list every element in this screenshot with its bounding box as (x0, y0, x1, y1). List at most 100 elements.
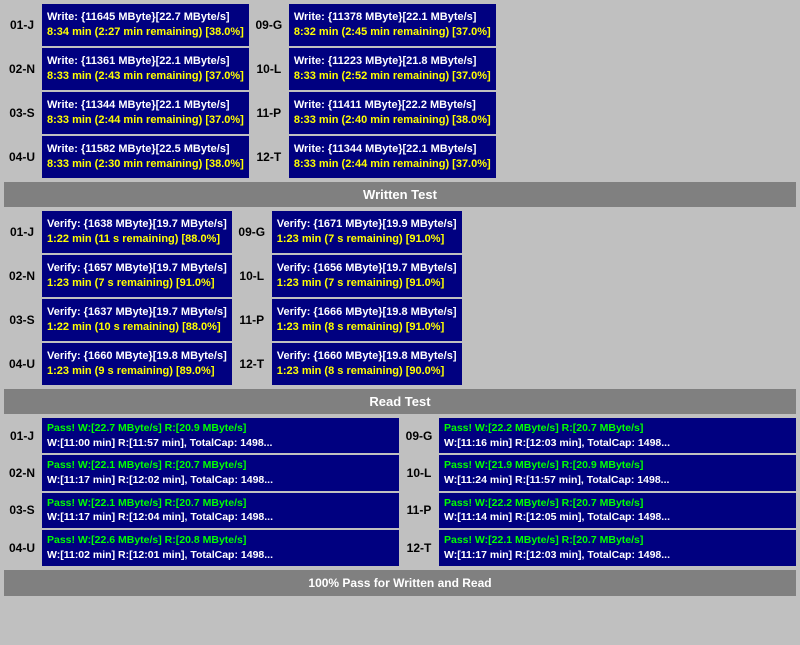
verify-line1-11p: Verify: {1666 MByte}[19.8 MByte/s] (277, 305, 457, 320)
pass-line1-02n: Pass! W:[22.1 MByte/s] R:[20.7 MByte/s] (47, 458, 394, 473)
verify-line1-10l: Verify: {1656 MByte}[19.7 MByte/s] (277, 261, 457, 276)
write-line1-11p: Write: {11411 MByte}[22.2 MByte/s] (294, 98, 491, 113)
device-id-12t-pass: 12-T (401, 530, 437, 565)
pass-line1-12t: Pass! W:[22.1 MByte/s] R:[20.7 MByte/s] (444, 533, 791, 548)
pass-cell-11p: Pass! W:[22.2 MByte/s] R:[20.7 MByte/s] … (439, 493, 796, 528)
verify-line2-04u: 1:23 min (9 s remaining) [89.0%] (47, 364, 227, 379)
verify-line2-10l: 1:23 min (7 s remaining) [91.0%] (277, 276, 457, 291)
write-cell-11p: Write: {11411 MByte}[22.2 MByte/s] 8:33 … (289, 92, 496, 134)
verify-line2-11p: 1:23 min (8 s remaining) [91.0%] (277, 320, 457, 335)
pass-line2-11p: W:[11:14 min] R:[12:05 min], TotalCap: 1… (444, 510, 791, 525)
verify-cell-11p: Verify: {1666 MByte}[19.8 MByte/s] 1:23 … (272, 299, 462, 341)
verify-line2-01j: 1:22 min (11 s remaining) [88.0%] (47, 232, 227, 247)
device-id-10l-verify: 10-L (234, 255, 270, 297)
write-line2-03s: 8:33 min (2:44 min remaining) [37.0%] (47, 113, 244, 128)
write-line1-04u: Write: {11582 MByte}[22.5 MByte/s] (47, 142, 244, 157)
device-id-01j-write: 01-J (4, 4, 40, 46)
main-container: 01-J Write: {11645 MByte}[22.7 MByte/s] … (0, 0, 800, 600)
write-cell-12t: Write: {11344 MByte}[22.1 MByte/s] 8:33 … (289, 136, 496, 178)
write-line2-01j: 8:34 min (2:27 min remaining) [38.0%] (47, 25, 244, 40)
device-id-02n-pass: 02-N (4, 455, 40, 490)
write-line1-03s: Write: {11344 MByte}[22.1 MByte/s] (47, 98, 244, 113)
pass-row-2: 02-N Pass! W:[22.1 MByte/s] R:[20.7 MByt… (4, 455, 796, 490)
verify-row-3: 03-S Verify: {1637 MByte}[19.7 MByte/s] … (4, 299, 796, 341)
write-cell-10l: Write: {11223 MByte}[21.8 MByte/s] 8:33 … (289, 48, 496, 90)
footer-status: 100% Pass for Written and Read (4, 570, 796, 596)
pass-row-3: 03-S Pass! W:[22.1 MByte/s] R:[20.7 MByt… (4, 493, 796, 528)
write-row-2: 02-N Write: {11361 MByte}[22.1 MByte/s] … (4, 48, 796, 90)
write-line2-09g: 8:32 min (2:45 min remaining) [37.0%] (294, 25, 491, 40)
device-id-09g-write: 09-G (251, 4, 287, 46)
write-cell-09g: Write: {11378 MByte}[22.1 MByte/s] 8:32 … (289, 4, 496, 46)
write-row-4: 04-U Write: {11582 MByte}[22.5 MByte/s] … (4, 136, 796, 178)
read-test-header: Read Test (4, 389, 796, 414)
verify-line1-01j: Verify: {1638 MByte}[19.7 MByte/s] (47, 217, 227, 232)
pass-cell-10l: Pass! W:[21.9 MByte/s] R:[20.9 MByte/s] … (439, 455, 796, 490)
pass-line2-03s: W:[11:17 min] R:[12:04 min], TotalCap: 1… (47, 510, 394, 525)
pass-cell-03s: Pass! W:[22.1 MByte/s] R:[20.7 MByte/s] … (42, 493, 399, 528)
write-line2-10l: 8:33 min (2:52 min remaining) [37.0%] (294, 69, 491, 84)
pass-line1-11p: Pass! W:[22.2 MByte/s] R:[20.7 MByte/s] (444, 496, 791, 511)
verify-cell-09g: Verify: {1671 MByte}[19.9 MByte/s] 1:23 … (272, 211, 462, 253)
device-id-04u-verify: 04-U (4, 343, 40, 385)
pass-cell-12t: Pass! W:[22.1 MByte/s] R:[20.7 MByte/s] … (439, 530, 796, 565)
device-id-01j-verify: 01-J (4, 211, 40, 253)
device-id-03s-pass: 03-S (4, 493, 40, 528)
verify-section: 01-J Verify: {1638 MByte}[19.7 MByte/s] … (4, 211, 796, 385)
pass-line2-09g: W:[11:16 min] R:[12:03 min], TotalCap: 1… (444, 436, 791, 451)
device-id-10l-write: 10-L (251, 48, 287, 90)
verify-cell-01j: Verify: {1638 MByte}[19.7 MByte/s] 1:22 … (42, 211, 232, 253)
pass-cell-09g: Pass! W:[22.2 MByte/s] R:[20.7 MByte/s] … (439, 418, 796, 453)
write-line1-09g: Write: {11378 MByte}[22.1 MByte/s] (294, 10, 491, 25)
pass-line2-02n: W:[11:17 min] R:[12:02 min], TotalCap: 1… (47, 473, 394, 488)
device-id-03s-verify: 03-S (4, 299, 40, 341)
device-id-12t-verify: 12-T (234, 343, 270, 385)
write-line1-12t: Write: {11344 MByte}[22.1 MByte/s] (294, 142, 491, 157)
write-line2-11p: 8:33 min (2:40 min remaining) [38.0%] (294, 113, 491, 128)
verify-cell-02n: Verify: {1657 MByte}[19.7 MByte/s] 1:23 … (42, 255, 232, 297)
verify-cell-12t: Verify: {1660 MByte}[19.8 MByte/s] 1:23 … (272, 343, 462, 385)
device-id-04u-pass: 04-U (4, 530, 40, 565)
write-cell-02n: Write: {11361 MByte}[22.1 MByte/s] 8:33 … (42, 48, 249, 90)
device-id-09g-pass: 09-G (401, 418, 437, 453)
device-id-09g-verify: 09-G (234, 211, 270, 253)
write-line2-04u: 8:33 min (2:30 min remaining) [38.0%] (47, 157, 244, 172)
written-test-header: Written Test (4, 182, 796, 207)
verify-cell-10l: Verify: {1656 MByte}[19.7 MByte/s] 1:23 … (272, 255, 462, 297)
pass-cell-04u: Pass! W:[22.6 MByte/s] R:[20.8 MByte/s] … (42, 530, 399, 565)
verify-row-4: 04-U Verify: {1660 MByte}[19.8 MByte/s] … (4, 343, 796, 385)
verify-line1-12t: Verify: {1660 MByte}[19.8 MByte/s] (277, 349, 457, 364)
verify-row-1: 01-J Verify: {1638 MByte}[19.7 MByte/s] … (4, 211, 796, 253)
write-row-1: 01-J Write: {11645 MByte}[22.7 MByte/s] … (4, 4, 796, 46)
pass-line1-10l: Pass! W:[21.9 MByte/s] R:[20.9 MByte/s] (444, 458, 791, 473)
device-id-04u-write: 04-U (4, 136, 40, 178)
device-id-02n-write: 02-N (4, 48, 40, 90)
device-id-01j-pass: 01-J (4, 418, 40, 453)
pass-cell-01j: Pass! W:[22.7 MByte/s] R:[20.9 MByte/s] … (42, 418, 399, 453)
write-line1-01j: Write: {11645 MByte}[22.7 MByte/s] (47, 10, 244, 25)
pass-line1-04u: Pass! W:[22.6 MByte/s] R:[20.8 MByte/s] (47, 533, 394, 548)
device-id-11p-write: 11-P (251, 92, 287, 134)
device-id-11p-verify: 11-P (234, 299, 270, 341)
verify-line1-02n: Verify: {1657 MByte}[19.7 MByte/s] (47, 261, 227, 276)
write-row-3: 03-S Write: {11344 MByte}[22.1 MByte/s] … (4, 92, 796, 134)
write-section: 01-J Write: {11645 MByte}[22.7 MByte/s] … (4, 4, 796, 178)
verify-line1-09g: Verify: {1671 MByte}[19.9 MByte/s] (277, 217, 457, 232)
pass-line1-01j: Pass! W:[22.7 MByte/s] R:[20.9 MByte/s] (47, 421, 394, 436)
pass-line1-03s: Pass! W:[22.1 MByte/s] R:[20.7 MByte/s] (47, 496, 394, 511)
device-id-12t-write: 12-T (251, 136, 287, 178)
write-cell-03s: Write: {11344 MByte}[22.1 MByte/s] 8:33 … (42, 92, 249, 134)
device-id-10l-pass: 10-L (401, 455, 437, 490)
pass-line2-04u: W:[11:02 min] R:[12:01 min], TotalCap: 1… (47, 548, 394, 563)
pass-line2-10l: W:[11:24 min] R:[11:57 min], TotalCap: 1… (444, 473, 791, 488)
verify-line1-04u: Verify: {1660 MByte}[19.8 MByte/s] (47, 349, 227, 364)
pass-line1-09g: Pass! W:[22.2 MByte/s] R:[20.7 MByte/s] (444, 421, 791, 436)
write-line1-10l: Write: {11223 MByte}[21.8 MByte/s] (294, 54, 491, 69)
verify-line2-03s: 1:22 min (10 s remaining) [88.0%] (47, 320, 227, 335)
verify-cell-04u: Verify: {1660 MByte}[19.8 MByte/s] 1:23 … (42, 343, 232, 385)
write-cell-04u: Write: {11582 MByte}[22.5 MByte/s] 8:33 … (42, 136, 249, 178)
pass-line2-01j: W:[11:00 min] R:[11:57 min], TotalCap: 1… (47, 436, 394, 451)
device-id-11p-pass: 11-P (401, 493, 437, 528)
write-line1-02n: Write: {11361 MByte}[22.1 MByte/s] (47, 54, 244, 69)
write-cell-01j: Write: {11645 MByte}[22.7 MByte/s] 8:34 … (42, 4, 249, 46)
